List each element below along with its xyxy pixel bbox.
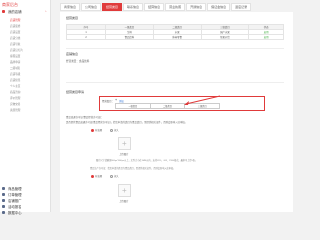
megaphone-icon	[2, 199, 5, 202]
section-title-category: 经营类目	[66, 16, 79, 20]
plus-icon[interactable]: +	[115, 98, 117, 102]
section-title-apply: 经营类目申请	[66, 90, 85, 94]
category-level1-cell[interactable]: 一级类目	[115, 103, 151, 109]
radio-label: 永久	[113, 175, 119, 178]
upload-note: 图片尺寸请确保800px*800px以上，文件大小在1MB以内，支持JPG、GI…	[96, 160, 198, 162]
brand-logo: 商家后台	[2, 2, 18, 7]
sidebar-sub-item[interactable]: 品牌申请	[10, 60, 20, 64]
sidebar-sub-item[interactable]: 评价管理	[10, 96, 20, 100]
sidebar: 商家后台 我的店铺 ⌃ 店铺管理 店铺装修 店铺设置 店铺分类 店铺导航 店铺幻…	[0, 0, 51, 215]
sidebar-sub-item[interactable]: 店铺幻灯片	[10, 48, 23, 52]
section-title-store: 店铺信息	[66, 52, 79, 56]
sidebar-sub-item[interactable]: 实物交易	[10, 102, 20, 106]
table-cell: 休闲零食	[152, 34, 202, 40]
divider	[66, 48, 284, 49]
box-icon	[2, 187, 5, 190]
sidebar-section-my-store[interactable]: 我的店铺 ⌃	[2, 9, 50, 14]
tab-bar: 商家信息 公司信息 经营类目 联系信息 结算信息 营业执照 开通信息 保证金信息…	[60, 3, 252, 11]
chevron-up-icon: ⌃	[44, 9, 47, 14]
radio-label: 有效期	[95, 129, 103, 132]
radio-label: 永久	[113, 129, 119, 132]
sidebar-sub-item[interactable]: 店铺装修	[10, 24, 20, 28]
tab-settlement[interactable]: 结算信息	[144, 3, 165, 11]
upload-image-box[interactable]	[118, 137, 131, 150]
upload-image-box[interactable]	[118, 184, 131, 197]
category-field-label: 经营类目：	[102, 100, 114, 103]
sidebar-sub-item[interactable]: 二级域名	[10, 66, 20, 70]
validity-radio-group: 有效期 永久	[90, 128, 119, 132]
tab-license[interactable]: 营业执照	[165, 3, 186, 11]
sidebar-section-orders[interactable]: 订单管理	[2, 192, 50, 197]
radio-label: 有效期	[95, 175, 103, 178]
store-icon	[2, 10, 5, 13]
category-table: 序号 一级类目 二级类目 三级类目 状态 1 生鲜 水果 国产水果 启用 2 食…	[65, 24, 284, 40]
sidebar-sub-item[interactable]: 店铺续签	[10, 78, 20, 82]
tab-merchant-info[interactable]: 商家信息	[60, 3, 81, 11]
radio-validity[interactable]	[91, 128, 94, 132]
sidebar-sub-item[interactable]: 店铺设置	[10, 30, 20, 34]
tab-category[interactable]: 经营类目	[102, 3, 123, 11]
sidebar-sub-item[interactable]: 客服设置	[10, 54, 20, 58]
store-category-line: 经营类目：食品饮料	[66, 60, 90, 63]
radio-permanent[interactable]	[109, 174, 113, 178]
tab-opening[interactable]: 开通信息	[186, 3, 207, 11]
category-level2-cell[interactable]: 二级类目	[149, 103, 186, 109]
sidebar-sub-item[interactable]: 商品咨询	[10, 90, 20, 94]
chart-icon	[2, 211, 5, 214]
sidebar-sub-item[interactable]: 店铺分类	[10, 36, 20, 40]
tab-contact[interactable]: 联系信息	[123, 3, 144, 11]
upload-image-label: 上传图片	[119, 200, 129, 203]
sidebar-section-promotion[interactable]: 店铺推广	[2, 198, 50, 203]
sidebar-sub-item[interactable]: 个人主页	[10, 84, 20, 88]
sidebar-section-label: 活动报名	[8, 205, 22, 209]
tab-deposit[interactable]: 保证金信息	[207, 3, 231, 11]
main-panel: 经营类目 序号 一级类目 二级类目 三级类目 状态 1 生鲜 水果 国产水果 启…	[60, 12, 293, 212]
tab-company-info[interactable]: 公司信息	[81, 3, 102, 11]
sidebar-section-data[interactable]: 数据中心	[2, 210, 50, 215]
arrow-icon	[184, 95, 221, 105]
sidebar-sub-item[interactable]: 资质管理	[10, 108, 20, 112]
sidebar-section-goods[interactable]: 商品管理	[2, 186, 50, 191]
license-help-text: 是否提供食品流通许可证(食品经营许可证)，若您申请的类目为食品类目，需提供相关证…	[66, 121, 188, 124]
flag-icon	[2, 205, 5, 208]
table-row: 2 食品饮料 休闲零食 坚果炒货 启用	[65, 34, 284, 40]
sidebar-section-label: 商品管理	[8, 187, 22, 191]
validity-radio-group-2: 有效期 永久	[90, 174, 119, 178]
radio-validity[interactable]	[91, 174, 94, 178]
radio-permanent[interactable]	[109, 128, 113, 132]
table-cell: 2	[65, 34, 107, 40]
table-cell: 坚果炒货	[200, 34, 250, 40]
divider	[66, 82, 284, 83]
sidebar-section-label: 店铺推广	[8, 199, 22, 203]
sidebar-section-label: 我的店铺	[8, 10, 22, 14]
sidebar-section-activity[interactable]: 活动报名	[2, 204, 50, 209]
sidebar-sub-item[interactable]: 店铺管理	[10, 18, 20, 22]
upload-image-label: 上传图片	[119, 153, 129, 156]
sidebar-section-label: 订单管理	[8, 193, 22, 197]
table-cell: 食品饮料	[105, 34, 154, 40]
order-icon	[2, 193, 5, 196]
production-license-note: 食品生产许可证：若您申请的类目为食品类目，需提供相关证件，否则会影响入驻审核。	[90, 168, 176, 170]
tab-exit-record[interactable]: 退店记录	[231, 3, 252, 11]
sidebar-sub-item[interactable]: 店铺等级	[10, 72, 20, 76]
sidebar-section-label: 数据中心	[8, 211, 22, 215]
status-badge: 启用	[248, 34, 284, 40]
sidebar-sub-item[interactable]: 店铺导航	[10, 42, 20, 46]
license-field-label: 食品流通许可证(食品经营许可证)：	[66, 116, 104, 119]
